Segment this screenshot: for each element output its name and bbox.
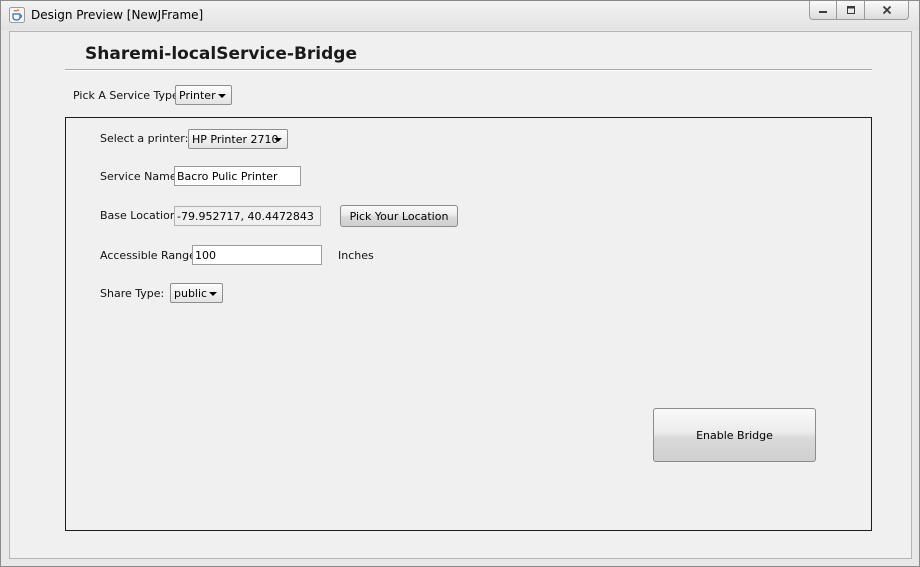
app-window: Design Preview [NewJFrame] Sharemi-local… (0, 0, 920, 567)
content-pane: Sharemi-localService-Bridge Pick A Servi… (9, 31, 912, 559)
chevron-down-icon (209, 292, 217, 296)
app-heading: Sharemi-localService-Bridge (85, 44, 357, 64)
share-type-label: Share Type: (100, 287, 165, 300)
heading-separator (65, 69, 872, 71)
base-location-label: Base Location: (100, 209, 181, 222)
service-type-label: Pick A Service Type: (73, 89, 183, 102)
service-type-value: Printer (179, 88, 216, 102)
enable-bridge-button[interactable]: Enable Bridge (653, 408, 816, 462)
java-cup-icon (9, 7, 25, 23)
range-label: Accessible Range: (100, 249, 200, 262)
printer-label: Select a printer: (100, 132, 189, 145)
service-name-label: Service Name: (100, 170, 181, 183)
service-name-input[interactable]: Bacro Pulic Printer (174, 166, 301, 186)
minimize-icon (819, 11, 827, 13)
base-location-input[interactable]: -79.952717, 40.4472843 (174, 206, 321, 226)
maximize-button[interactable] (837, 1, 865, 20)
range-unit-label: Inches (338, 249, 374, 262)
share-type-dropdown[interactable]: public (170, 283, 223, 303)
close-icon (882, 5, 891, 15)
title-bar[interactable]: Design Preview [NewJFrame] (1, 1, 919, 30)
window-title: Design Preview [NewJFrame] (31, 8, 204, 22)
maximize-icon (846, 6, 855, 14)
chevron-down-icon (218, 94, 226, 98)
pick-location-button[interactable]: Pick Your Location (340, 205, 458, 227)
chevron-down-icon (274, 138, 282, 142)
minimize-button[interactable] (809, 1, 837, 20)
service-config-panel: Select a printer: HP Printer 2710 Servic… (65, 117, 872, 531)
range-input[interactable]: 100 (192, 245, 322, 265)
service-type-dropdown[interactable]: Printer (175, 85, 232, 105)
close-button[interactable] (865, 1, 909, 20)
printer-dropdown[interactable]: HP Printer 2710 (188, 129, 288, 149)
printer-value: HP Printer 2710 (192, 132, 279, 146)
share-type-value: public (174, 286, 208, 300)
window-controls (809, 1, 909, 21)
